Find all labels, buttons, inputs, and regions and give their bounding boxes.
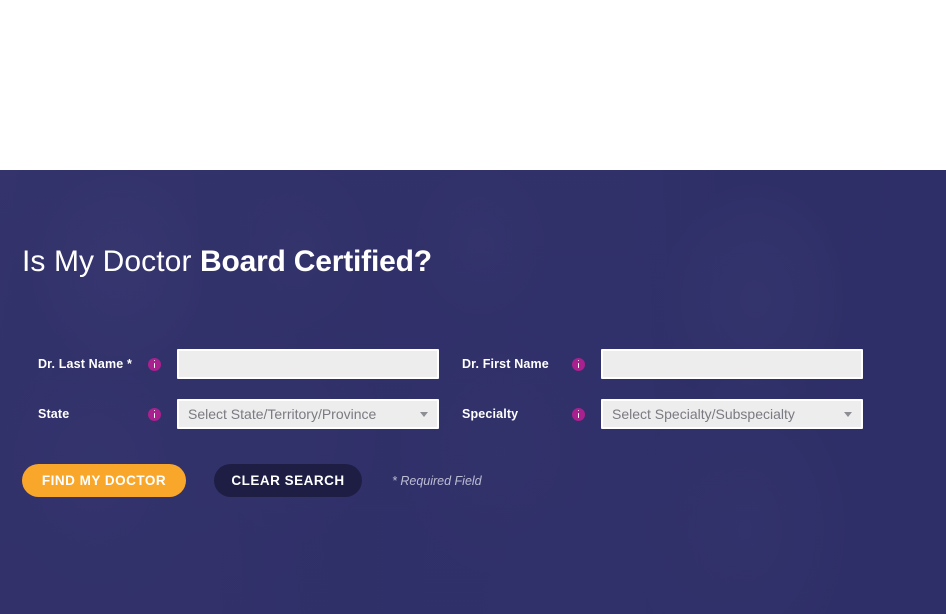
field-label-first-name: Dr. First Name — [462, 357, 549, 371]
page-top-white-strip — [0, 0, 946, 170]
required-field-note: * Required Field — [392, 473, 482, 488]
info-circle-icon-specialty[interactable] — [572, 407, 585, 421]
page-title-bold: Board Certified? — [200, 245, 432, 278]
specialty-select-wrapper: Select Specialty/Subspecialty — [601, 399, 863, 429]
state-select[interactable]: Select State/Territory/Province — [177, 399, 439, 429]
page-title: Is My Doctor Board Certified? — [22, 240, 432, 284]
info-circle-icon-state[interactable] — [148, 407, 161, 421]
form-actions: FIND MY DOCTOR CLEAR SEARCH * Required F… — [22, 464, 482, 497]
clear-search-button[interactable]: CLEAR SEARCH — [214, 464, 362, 497]
field-label-specialty: Specialty — [462, 407, 519, 421]
specialty-select[interactable]: Select Specialty/Subspecialty — [601, 399, 863, 429]
field-label-last-name: Dr. Last Name * — [38, 357, 132, 371]
first-name-input[interactable] — [601, 349, 863, 379]
last-name-input[interactable] — [177, 349, 439, 379]
state-select-wrapper: Select State/Territory/Province — [177, 399, 439, 429]
field-first-name: Dr. First Name — [462, 349, 863, 379]
field-state: State Select State/Territory/Province — [38, 399, 439, 429]
page-title-light: Is My Doctor — [22, 245, 200, 278]
field-label-state: State — [38, 407, 70, 421]
field-specialty: Specialty Select Specialty/Subspecialty — [462, 399, 863, 429]
info-circle-icon-last-name[interactable] — [148, 357, 161, 371]
info-circle-icon-first-name[interactable] — [572, 357, 585, 371]
page-root: Is My Doctor Board Certified? Dr. Last N… — [0, 0, 946, 614]
field-last-name: Dr. Last Name * — [38, 349, 439, 379]
find-my-doctor-button[interactable]: FIND MY DOCTOR — [22, 464, 186, 497]
